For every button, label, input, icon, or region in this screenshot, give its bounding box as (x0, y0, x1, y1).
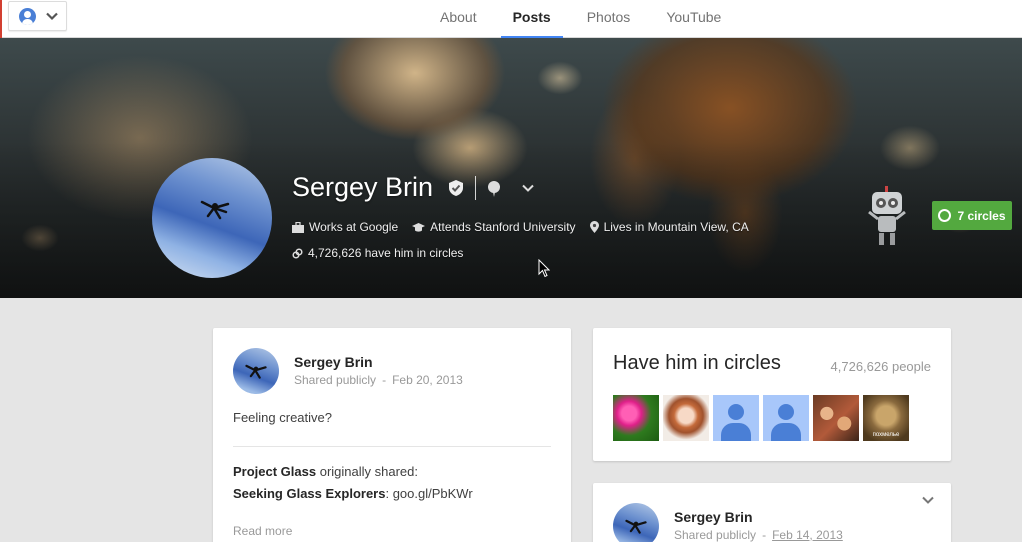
top-bar: About Posts Photos YouTube (0, 0, 1022, 38)
school-info: Attends Stanford University (412, 220, 576, 234)
person-avatar[interactable] (613, 395, 659, 441)
post-meta: Shared publicly - Feb 14, 2013 (674, 528, 843, 542)
post-card: Sergey Brin Shared publicly - Feb 20, 2013… (213, 328, 571, 542)
cover-photo: Sergey Brin Works at Google Attends Stan… (0, 38, 1022, 298)
person-avatar[interactable] (713, 395, 759, 441)
skydiver-figure (625, 519, 647, 534)
profile-icon (19, 8, 36, 25)
post-text: Feeling creative? (233, 410, 332, 425)
profile-meta: Works at Google Attends Stanford Univers… (292, 220, 763, 234)
avatar[interactable] (233, 348, 279, 394)
chevron-down-icon (46, 12, 58, 21)
location-pin-icon (589, 221, 599, 233)
people-list: похмелье (613, 395, 913, 441)
circles-card-title: Have him in circles (613, 352, 781, 374)
circle-icon (938, 209, 952, 222)
graduation-cap-icon (412, 222, 426, 232)
person-avatar[interactable]: похмелье (863, 395, 909, 441)
shared-from: Project Glass originally shared: (233, 464, 419, 479)
profile-tabs: About Posts Photos YouTube (428, 0, 745, 38)
circles-card-count: 4,726,626 people (830, 359, 931, 374)
brand-stripe (0, 0, 2, 38)
add-to-circles-button[interactable]: 7 circles (932, 201, 1012, 230)
briefcase-icon (292, 221, 304, 233)
location-info: Lives in Mountain View, CA (589, 220, 749, 234)
tab-posts[interactable]: Posts (500, 0, 563, 38)
shared-title: Seeking Glass Explorers: goo.gl/PbKWr (233, 486, 473, 501)
pin-icon[interactable] (487, 180, 501, 198)
profile-name: Sergey Brin (292, 172, 434, 202)
mouse-cursor-icon (538, 259, 550, 278)
work-info: Works at Google (292, 220, 398, 234)
post-meta: Shared publicly - Feb 20, 2013 (294, 373, 463, 387)
person-avatar[interactable] (813, 395, 859, 441)
chevron-down-icon[interactable] (921, 493, 935, 507)
skydiver-figure (245, 364, 267, 379)
verified-icon (449, 180, 463, 196)
tab-about[interactable]: About (428, 0, 489, 38)
tab-photos[interactable]: Photos (575, 0, 643, 38)
circles-info: 4,726,626 have him in circles (292, 246, 477, 260)
person-avatar[interactable] (763, 395, 809, 441)
avatar[interactable] (613, 503, 659, 542)
post-author[interactable]: Sergey Brin (674, 509, 753, 525)
chevron-down-icon[interactable] (521, 181, 535, 195)
post-card: Sergey Brin Shared publicly - Feb 14, 2013 (593, 483, 951, 542)
person-avatar[interactable] (663, 395, 709, 441)
read-more-link[interactable]: Read more (233, 524, 292, 538)
tab-youtube[interactable]: YouTube (654, 0, 733, 38)
account-switcher-button[interactable] (8, 1, 67, 31)
robot-mascot-icon (868, 186, 906, 245)
link-icon (292, 247, 303, 259)
have-him-in-circles-card: Have him in circles 4,726,626 people пох… (593, 328, 951, 461)
post-author[interactable]: Sergey Brin (294, 354, 373, 370)
skydiver-figure (200, 200, 230, 220)
profile-photo[interactable] (152, 158, 272, 278)
